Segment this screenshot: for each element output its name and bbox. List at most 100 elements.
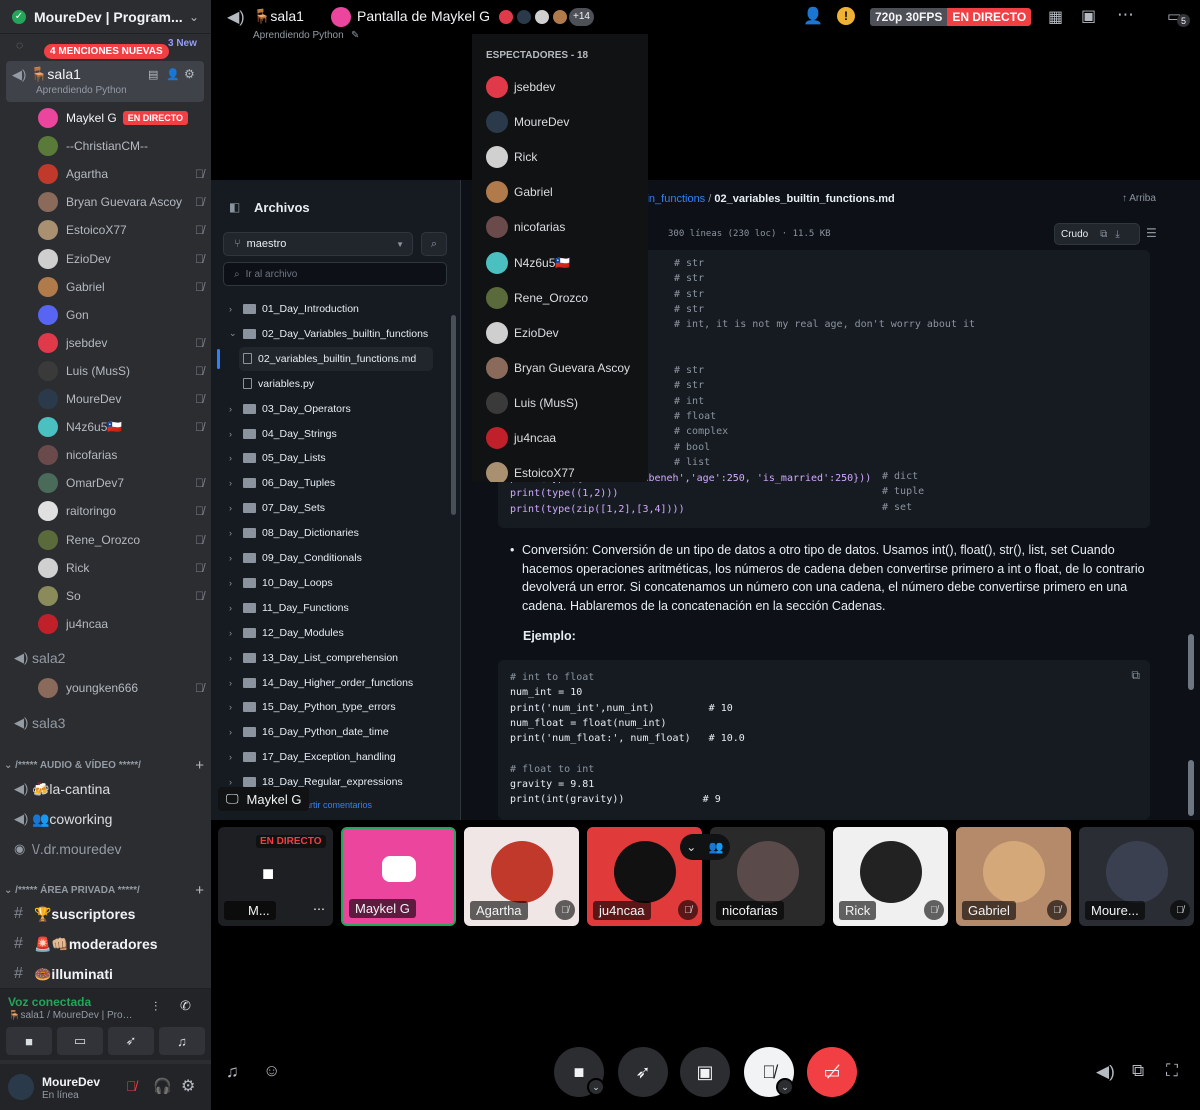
voice-channel-la-cantina[interactable]: ◀) 🍻la-cantina (14, 777, 204, 801)
soundboard-button[interactable]: ♫ (159, 1027, 205, 1055)
chevron-down-icon[interactable]: ⌄ (776, 1078, 794, 1096)
tree-scrollbar[interactable] (451, 315, 456, 515)
viewer-item[interactable]: EstoicoX77 (486, 460, 575, 482)
noise-suppression-icon[interactable]: ⫶ (154, 999, 157, 1015)
voice-user[interactable]: Rene_Orozco 🎙̸ (38, 527, 204, 553)
tree-item[interactable]: › 01_Day_Introduction (225, 297, 445, 321)
more-options-icon[interactable]: ⋯ (1117, 5, 1134, 25)
viewer-avatar[interactable] (515, 8, 533, 26)
voice-user[interactable]: Luis (MusS) 🎙̸ (38, 358, 204, 384)
voice-user[interactable]: Maykel G EN DIRECTO (38, 105, 204, 131)
text-channel-suscriptores[interactable]: # 🏆suscriptores (14, 902, 204, 926)
viewer-item[interactable]: jsebdev (486, 74, 555, 100)
tree-item[interactable]: › 16_Day_Python_date_time (225, 720, 445, 744)
voice-user[interactable]: --ChristianCM-- (38, 133, 204, 159)
viewer-item[interactable]: Rick (486, 144, 537, 170)
participant-tile[interactable]: 🎙̸ Moure... (1079, 827, 1194, 926)
chevron-down-icon[interactable]: ⌄ (587, 1078, 605, 1096)
text-channel-illuminati[interactable]: # 🍩illuminati (14, 962, 204, 986)
viewer-item[interactable]: N4z6u5🇨🇱 (486, 250, 570, 276)
tree-item[interactable]: ⌄ 02_Day_Variables_builtin_functions (225, 322, 445, 346)
tree-item[interactable]: › 07_Day_Sets (225, 496, 445, 520)
activities-button[interactable]: ➶ (108, 1027, 154, 1055)
voice-user[interactable]: OmarDev7 🎙̸ (38, 470, 204, 496)
branch-selector[interactable]: ⑂ maestro ▼ (223, 232, 413, 256)
voice-channel-sala1[interactable]: ◀) 🪑sala1 Aprendiendo Python ▤ 👤 ⚙ (6, 61, 204, 102)
tree-item[interactable]: › 10_Day_Loops (225, 571, 445, 595)
popout-icon[interactable]: ⧉ (1132, 1061, 1144, 1081)
share-screen-button[interactable]: ▣ (680, 1047, 730, 1097)
more-options-icon[interactable]: ⋯ (313, 902, 325, 916)
participants-toggle[interactable]: ⌄ 👥 (680, 834, 730, 860)
voice-user[interactable]: nicofarias (38, 442, 204, 468)
viewer-count[interactable]: +14 (569, 8, 594, 26)
tree-item[interactable]: › 13_Day_List_comprehension (225, 646, 445, 670)
gear-icon[interactable]: ⚙ (184, 67, 195, 81)
viewer-avatar[interactable] (497, 8, 515, 26)
tree-item[interactable]: › 03_Day_Operators (225, 397, 445, 421)
viewer-item[interactable]: ju4ncaa (486, 425, 556, 451)
emoji-icon[interactable]: ☺ (263, 1061, 280, 1081)
tree-item[interactable]: 02_variables_builtin_functions.md (239, 346, 433, 371)
activities-button[interactable]: ➶ (618, 1047, 668, 1097)
outline-icon[interactable]: ☰ (1146, 226, 1157, 240)
voice-connected-label[interactable]: Voz conectada (8, 995, 91, 1009)
share-screen-button[interactable]: ▭ (57, 1027, 103, 1055)
raw-button[interactable]: Crudo ⧉ ⤓ (1054, 223, 1140, 245)
tree-item[interactable]: › 11_Day_Functions (225, 596, 445, 620)
participant-tile[interactable]: 🎙̸ Gabriel (956, 827, 1071, 926)
text-channel-moderadores[interactable]: # 🚨👊🏼moderadores (14, 932, 204, 956)
headphones-icon[interactable]: 🎧 (153, 1077, 172, 1095)
voice-user[interactable]: EzioDev 🎙̸ (38, 246, 204, 272)
add-channel-icon[interactable]: + (195, 882, 204, 899)
viewer-item[interactable]: Bryan Guevara Ascoy (486, 355, 630, 381)
voice-user[interactable]: raitoringo 🎙̸ (38, 498, 204, 524)
channel-topic[interactable]: Aprendiendo Python (253, 30, 344, 41)
search-button[interactable]: ⌕ (421, 232, 447, 256)
viewer-item[interactable]: Rene_Orozco (486, 285, 588, 311)
copy-icon[interactable]: ⧉ (1100, 229, 1107, 240)
voice-user[interactable]: So 🎙̸ (38, 583, 204, 609)
voice-user[interactable]: Gabriel 🎙̸ (38, 274, 204, 300)
stop-streaming-button[interactable]: ▭̸ (807, 1047, 857, 1097)
viewer-item[interactable]: EzioDev (486, 320, 559, 346)
voice-user[interactable]: Bryan Guevara Ascoy 🎙̸ (38, 189, 204, 215)
viewer-item[interactable]: nicofarias (486, 214, 565, 240)
comments-link[interactable]: partir comentarios (300, 800, 372, 810)
new-badge[interactable]: 3 New (168, 38, 197, 49)
warning-icon[interactable]: ! (837, 7, 855, 25)
voice-channel-sala2[interactable]: ◀) sala2 (14, 650, 65, 666)
voice-user[interactable]: jsebdev 🎙̸ (38, 330, 204, 356)
mentions-badge[interactable]: 4 MENCIONES NUEVAS (44, 44, 169, 59)
stream-quality-badge[interactable]: 720p 30FPS EN DIRECTO (870, 8, 1032, 26)
user-name[interactable]: MoureDev (42, 1075, 100, 1089)
viewer-avatar[interactable] (533, 8, 551, 26)
tree-item[interactable]: › 09_Day_Conditionals (225, 546, 445, 570)
disconnect-icon[interactable]: ✆ (180, 998, 191, 1014)
participant-tile[interactable]: Maykel G (341, 827, 456, 926)
voice-user[interactable]: Agartha 🎙̸ (38, 161, 204, 187)
top-link[interactable]: ↑ Arriba (1122, 193, 1156, 204)
goto-file-input[interactable]: ⌕ Ir al archivo (223, 262, 447, 286)
category-private[interactable]: ⌄ /***** ÁREA PRIVADA *****/ + (4, 882, 204, 899)
user-settings-icon[interactable]: ⚙ (181, 1076, 195, 1096)
voice-channel-sala3[interactable]: ◀) sala3 (14, 715, 65, 731)
viewer-avatar[interactable] (551, 8, 569, 26)
volume-icon[interactable]: ◀) (1096, 1062, 1115, 1082)
content-scrollbar[interactable] (1188, 634, 1194, 690)
tree-item[interactable]: › 12_Day_Modules (225, 621, 445, 645)
soundboard-icon[interactable]: ♫ (226, 1062, 239, 1082)
participant-tile[interactable]: 🎙̸ Agartha (464, 827, 579, 926)
fullscreen-icon[interactable]: ⛶ (1166, 1061, 1178, 1081)
mute-mic-icon[interactable]: 🎙̸ (126, 1078, 137, 1094)
voice-user[interactable]: ju4ncaa (38, 611, 204, 637)
tree-item[interactable]: variables.py (239, 372, 459, 396)
add-user-icon[interactable]: 👤 (166, 68, 180, 81)
content-scrollbar-lower[interactable] (1188, 760, 1194, 816)
viewer-item[interactable]: Gabriel (486, 179, 553, 205)
voice-user[interactable]: N4z6u5🇨🇱 🎙̸ (38, 414, 204, 440)
add-friend-icon[interactable]: 👤 (803, 6, 823, 26)
server-header[interactable]: ✓ MoureDev | Program... ⌄ (0, 0, 211, 34)
camera-button[interactable]: ■ (6, 1027, 52, 1055)
category-audio-video[interactable]: ⌄ /***** AUDIO & VÍDEO *****/ + (4, 757, 204, 774)
